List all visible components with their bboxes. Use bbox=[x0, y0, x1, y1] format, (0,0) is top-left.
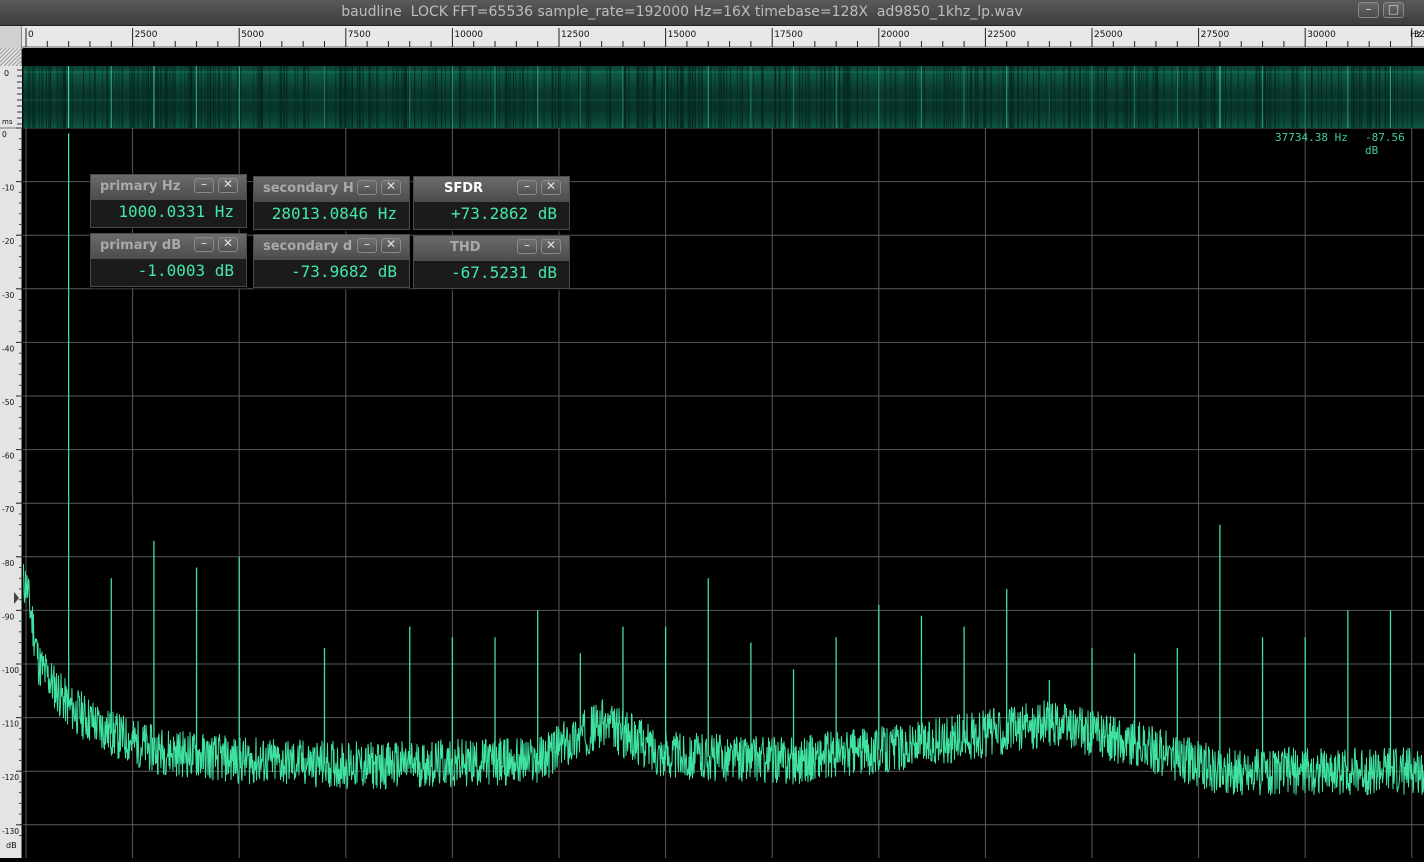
ruler-tick-label: 30000 bbox=[1307, 30, 1336, 40]
db-tick-label: -90 bbox=[2, 612, 14, 621]
panel-header[interactable]: THD – ✕ bbox=[414, 236, 569, 261]
db-tick-label: 0 bbox=[2, 130, 7, 139]
minimize-icon: – bbox=[524, 179, 530, 193]
panel-header[interactable]: primary Hz – ✕ bbox=[91, 175, 246, 200]
amplitude-ruler-scale: 0 ms 0 -10 -20 -30 -40 -50 -60 -70 -80 -90 -100 -110 -… bbox=[0, 47, 39, 850]
panel-title: secondary dB bbox=[263, 239, 353, 254]
db-tick-label: -30 bbox=[2, 291, 14, 300]
minimize-button[interactable]: – bbox=[1358, 2, 1379, 18]
db-tick-label: -130 bbox=[2, 827, 19, 836]
db-tick-label: -40 bbox=[2, 344, 14, 353]
panel-value: +73.2862 dB bbox=[451, 204, 557, 223]
panel-primary-hz[interactable]: primary Hz – ✕ 1000.0331 Hz bbox=[90, 174, 247, 228]
panel-close-button[interactable]: ✕ bbox=[381, 237, 401, 253]
db-tick-label: -100 bbox=[2, 666, 19, 675]
close-icon: ✕ bbox=[385, 237, 397, 251]
amplitude-ruler[interactable]: 0 ms 0 -10 -20 -30 -40 -50 -60 -70 -80 -90 -100 -110 -… bbox=[0, 47, 39, 858]
panel-value: 28013.0846 Hz bbox=[271, 204, 397, 223]
minimize-icon: – bbox=[201, 177, 207, 191]
close-icon: ✕ bbox=[545, 179, 557, 193]
panel-header[interactable]: secondary dB – ✕ bbox=[254, 235, 409, 260]
cursor-level-readout: -87.56 dB bbox=[1365, 131, 1405, 157]
close-icon: ✕ bbox=[222, 177, 234, 191]
ruler-tick-label: 15000 bbox=[668, 30, 697, 40]
ruler-tick-label: 10000 bbox=[454, 30, 483, 40]
panel-header[interactable]: SFDR – ✕ bbox=[414, 177, 569, 202]
minimize-icon: – bbox=[524, 238, 530, 252]
db-tick-label: -120 bbox=[2, 773, 19, 782]
ruler-tick-label: 7500 bbox=[348, 30, 371, 40]
spectrogram-lines bbox=[23, 66, 1424, 128]
minimize-icon: – bbox=[201, 236, 207, 250]
panel-header[interactable]: primary dB – ✕ bbox=[91, 234, 246, 259]
ruler-tick-label: 5000 bbox=[241, 30, 264, 40]
frequency-ruler[interactable]: 0 2500 5000 7500 10000 12500 15000 17500 20000 22… bbox=[0, 26, 1424, 49]
panel-minimize-button[interactable]: – bbox=[194, 236, 214, 252]
minimize-icon: – bbox=[364, 237, 370, 251]
maximize-button[interactable]: □ bbox=[1383, 2, 1404, 18]
panel-value: 1000.0331 Hz bbox=[118, 202, 234, 221]
panel-value: -73.9682 dB bbox=[291, 262, 397, 281]
panel-close-button[interactable]: ✕ bbox=[218, 236, 238, 252]
minimize-icon: – bbox=[1365, 2, 1372, 16]
cursor-frequency-readout: 37734.38 Hz bbox=[1275, 131, 1348, 144]
db-tick-label: -70 bbox=[2, 505, 14, 514]
panel-title: primary Hz bbox=[100, 179, 181, 194]
spectrogram-header bbox=[23, 48, 1424, 66]
db-tick-label: -20 bbox=[2, 237, 14, 246]
window-title: baudline LOCK FFT=65536 sample_rate=1920… bbox=[341, 4, 1023, 20]
panel-value: -1.0003 dB bbox=[137, 261, 234, 280]
panel-close-button[interactable]: ✕ bbox=[541, 238, 561, 254]
db-unit-label: dB bbox=[6, 841, 17, 850]
panel-primary-db[interactable]: primary dB – ✕ -1.0003 dB bbox=[90, 233, 247, 287]
frequency-ruler-scale: 0 2500 5000 7500 10000 12500 15000 17500 20000 22… bbox=[22, 28, 1424, 48]
spectrogram-display[interactable] bbox=[23, 66, 1424, 128]
ruler-tick-label: 22500 bbox=[987, 30, 1016, 40]
panel-close-button[interactable]: ✕ bbox=[541, 179, 561, 195]
ruler-tick-label: 2500 bbox=[135, 30, 158, 40]
title-bar: baudline LOCK FFT=65536 sample_rate=1920… bbox=[0, 0, 1424, 26]
panel-thd[interactable]: THD – ✕ -67.5231 dB bbox=[413, 235, 570, 289]
ruler-tick-label: 25000 bbox=[1094, 30, 1123, 40]
ruler-tick-label: 27500 bbox=[1201, 30, 1230, 40]
db-tick-label: -50 bbox=[2, 398, 14, 407]
panel-minimize-button[interactable]: – bbox=[517, 179, 537, 195]
db-tick-label: -80 bbox=[2, 559, 14, 568]
panel-close-button[interactable]: ✕ bbox=[381, 179, 401, 195]
panel-minimize-button[interactable]: – bbox=[194, 177, 214, 193]
ruler-tick-label: 20000 bbox=[881, 30, 910, 40]
spectrum-noise-trace bbox=[23, 564, 1424, 796]
ruler-tick-label: 17500 bbox=[774, 30, 803, 40]
level-marker-icon bbox=[14, 592, 19, 604]
time-ruler-unit-label: ms bbox=[2, 118, 13, 126]
panel-minimize-button[interactable]: – bbox=[357, 179, 377, 195]
panel-minimize-button[interactable]: – bbox=[517, 238, 537, 254]
panel-secondary-hz[interactable]: secondary Hz – ✕ 28013.0846 Hz bbox=[253, 176, 410, 230]
close-icon: ✕ bbox=[222, 236, 234, 250]
maximize-icon: □ bbox=[1387, 2, 1400, 16]
db-tick-label: -60 bbox=[2, 452, 14, 461]
db-tick-label: -10 bbox=[2, 184, 14, 193]
panel-title: primary dB bbox=[100, 238, 182, 253]
ruler-unit-label: Hz bbox=[1410, 30, 1422, 40]
panel-sfdr[interactable]: SFDR – ✕ +73.2862 dB bbox=[413, 176, 570, 230]
panel-close-button[interactable]: ✕ bbox=[218, 177, 238, 193]
panel-header[interactable]: secondary Hz – ✕ bbox=[254, 177, 409, 202]
panel-minimize-button[interactable]: – bbox=[357, 237, 377, 253]
time-ruler-top-label: 0 bbox=[4, 69, 9, 78]
ruler-tick-label: 12500 bbox=[561, 30, 590, 40]
db-tick-label: -110 bbox=[2, 720, 19, 729]
close-icon: ✕ bbox=[385, 179, 397, 193]
ruler-tick-label: 0 bbox=[28, 30, 34, 40]
minimize-icon: – bbox=[364, 179, 370, 193]
close-icon: ✕ bbox=[545, 238, 557, 252]
panel-secondary-db[interactable]: secondary dB – ✕ -73.9682 dB bbox=[253, 234, 410, 288]
panel-title: secondary Hz bbox=[263, 181, 353, 196]
panel-value: -67.5231 dB bbox=[451, 263, 557, 282]
